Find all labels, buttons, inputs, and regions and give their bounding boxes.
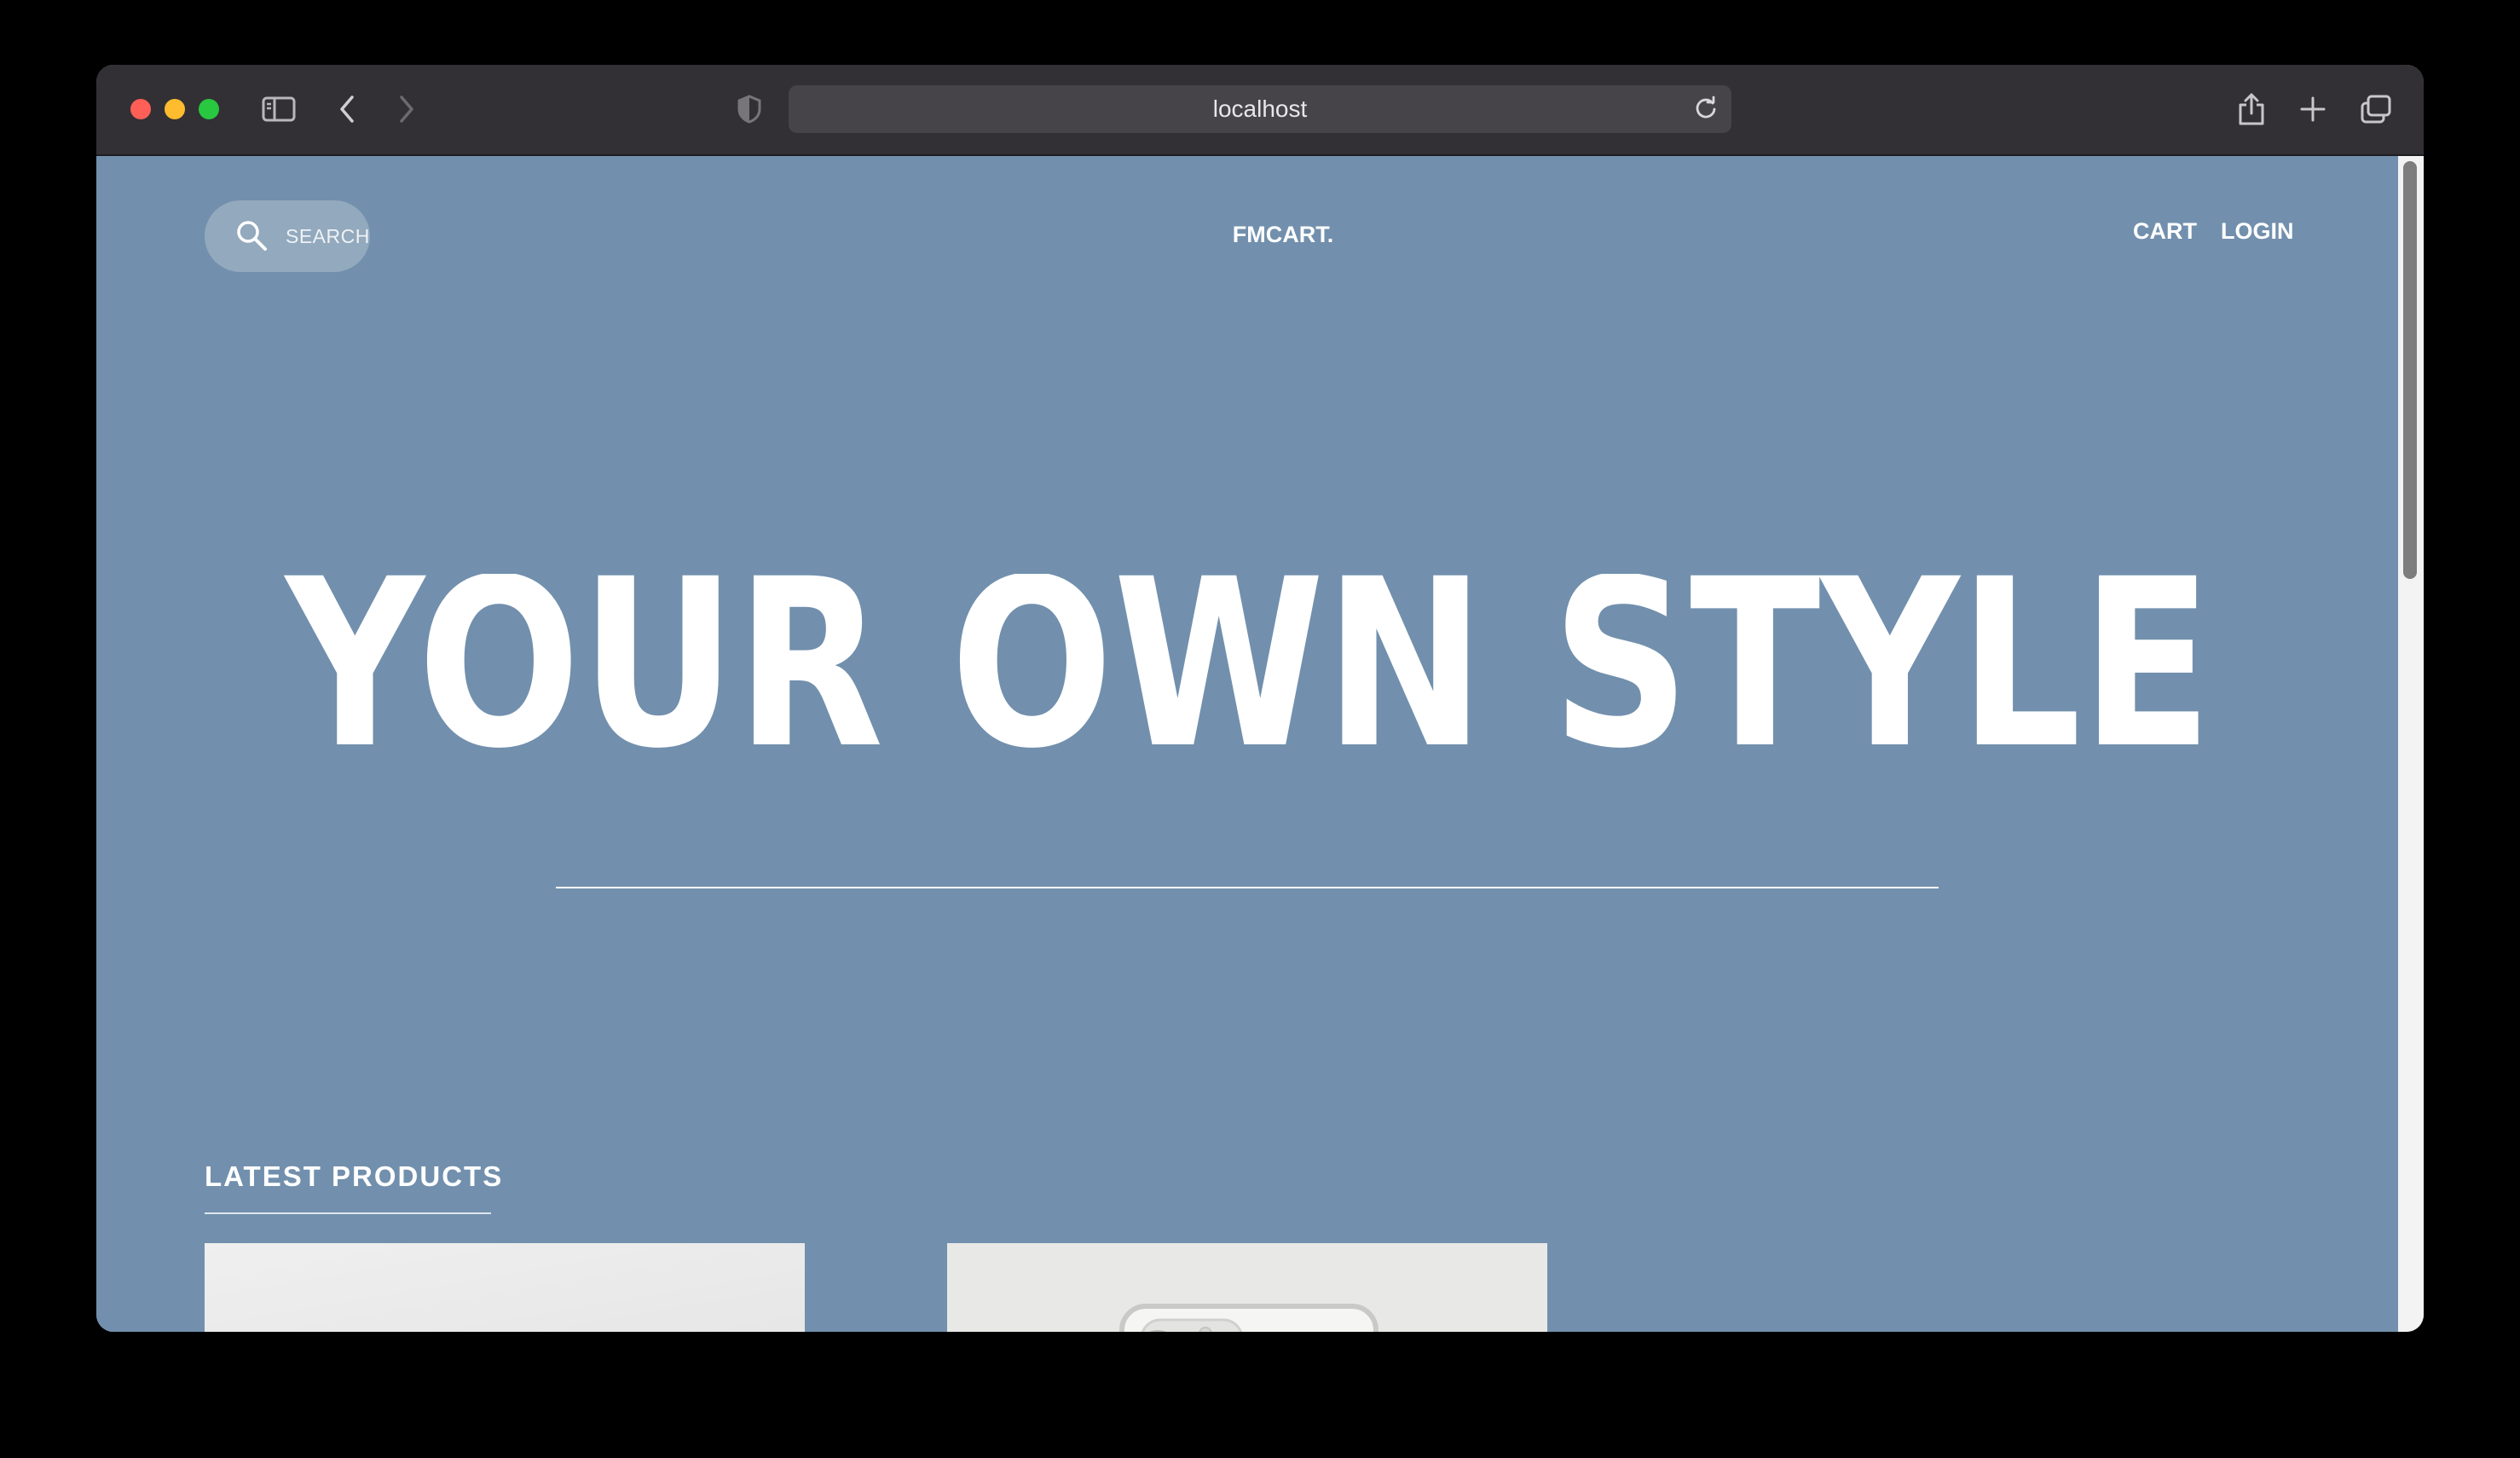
vertical-scrollbar[interactable] — [2398, 156, 2424, 1332]
product-image-plain — [205, 1243, 805, 1332]
browser-toolbar: localhost — [96, 65, 2424, 156]
close-window-button[interactable] — [130, 99, 151, 119]
product-card[interactable] — [205, 1243, 805, 1332]
page-content: SEARCH FMCART. CART LOGIN YOUR OWN STYLE… — [96, 156, 2424, 1332]
search-button[interactable]: SEARCH — [205, 200, 370, 272]
reload-icon[interactable] — [1692, 95, 1719, 123]
product-card[interactable] — [947, 1243, 1547, 1332]
hero-divider — [556, 887, 1939, 888]
privacy-shield-icon[interactable] — [729, 89, 770, 130]
new-tab-plus-icon[interactable] — [2292, 89, 2333, 130]
tab-overview-icon[interactable] — [2355, 89, 2396, 130]
back-chevron-icon[interactable] — [327, 89, 367, 130]
scrollbar-thumb[interactable] — [2403, 161, 2417, 579]
address-bar[interactable]: localhost — [789, 85, 1731, 133]
search-icon — [235, 219, 269, 253]
search-label: SEARCH — [286, 225, 370, 247]
site-logo[interactable]: FMCART. — [1198, 216, 1368, 253]
latest-products-heading: LATEST PRODUCTS — [205, 1160, 504, 1192]
minimize-window-button[interactable] — [165, 99, 185, 119]
sidebar-toggle-icon[interactable] — [258, 89, 299, 130]
address-url[interactable]: localhost — [789, 85, 1731, 133]
share-icon[interactable] — [2231, 89, 2272, 130]
hero-headline: YOUR OWN STYLE — [282, 574, 2212, 761]
hero-svg: YOUR OWN STYLE — [282, 574, 2212, 761]
nav-login-link[interactable]: LOGIN — [2221, 212, 2294, 250]
nav-cart-link[interactable]: CART — [2133, 212, 2197, 250]
heading-underline — [205, 1212, 491, 1214]
browser-window: localhost SEARCH FMCART. CART LOGIN YOUR… — [96, 65, 2424, 1332]
hero-banner: YOUR OWN STYLE — [96, 574, 2424, 761]
maximize-window-button[interactable] — [199, 99, 219, 119]
forward-chevron-icon[interactable] — [386, 89, 427, 130]
phone-photo — [947, 1243, 1547, 1332]
